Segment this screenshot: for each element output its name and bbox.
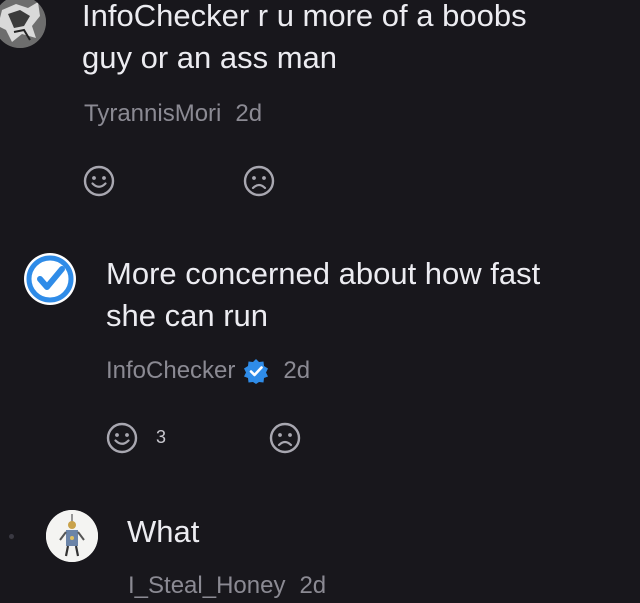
comment-2-text-line1: More concerned about how fast [106, 256, 541, 291]
author-name[interactable]: InfoChecker [106, 357, 235, 385]
comment-1-meta: TyrannisMori 2d [84, 100, 262, 128]
comment-1-text: InfoChecker r u more of a boobs guy or a… [82, 0, 527, 79]
dislike-frown-icon[interactable] [243, 165, 275, 197]
thread-dot [9, 534, 14, 539]
verified-check-icon[interactable] [22, 251, 78, 307]
timestamp: 2d [235, 100, 263, 127]
dislike-frown-icon[interactable] [269, 422, 301, 454]
author-name[interactable]: I_Steal_Honey [128, 572, 285, 600]
author-name[interactable]: TyrannisMori [84, 100, 221, 128]
comment-1-text-line2: guy or an ass man [82, 40, 338, 75]
user-avatar-figure-icon[interactable] [46, 510, 98, 562]
comment-3-text: What [127, 511, 199, 553]
comment-2-text-line2: she can run [106, 298, 268, 333]
verified-badge-icon [243, 358, 269, 384]
like-smiley-icon[interactable] [83, 165, 115, 197]
like-count: 3 [156, 427, 167, 447]
like-smiley-icon[interactable] [106, 422, 138, 454]
comment-2-text: More concerned about how fast she can ru… [106, 253, 540, 337]
comment-2-meta: InfoChecker 2d [106, 357, 310, 385]
timestamp: 2d [299, 572, 327, 599]
comment-3-text-line1: What [127, 514, 200, 549]
comment-1-text-line1: InfoChecker r u more of a boobs [82, 0, 527, 33]
comment-3-meta: I_Steal_Honey 2d [128, 572, 326, 600]
user-avatar-sketch-icon[interactable] [0, 0, 46, 48]
timestamp: 2d [283, 357, 311, 384]
